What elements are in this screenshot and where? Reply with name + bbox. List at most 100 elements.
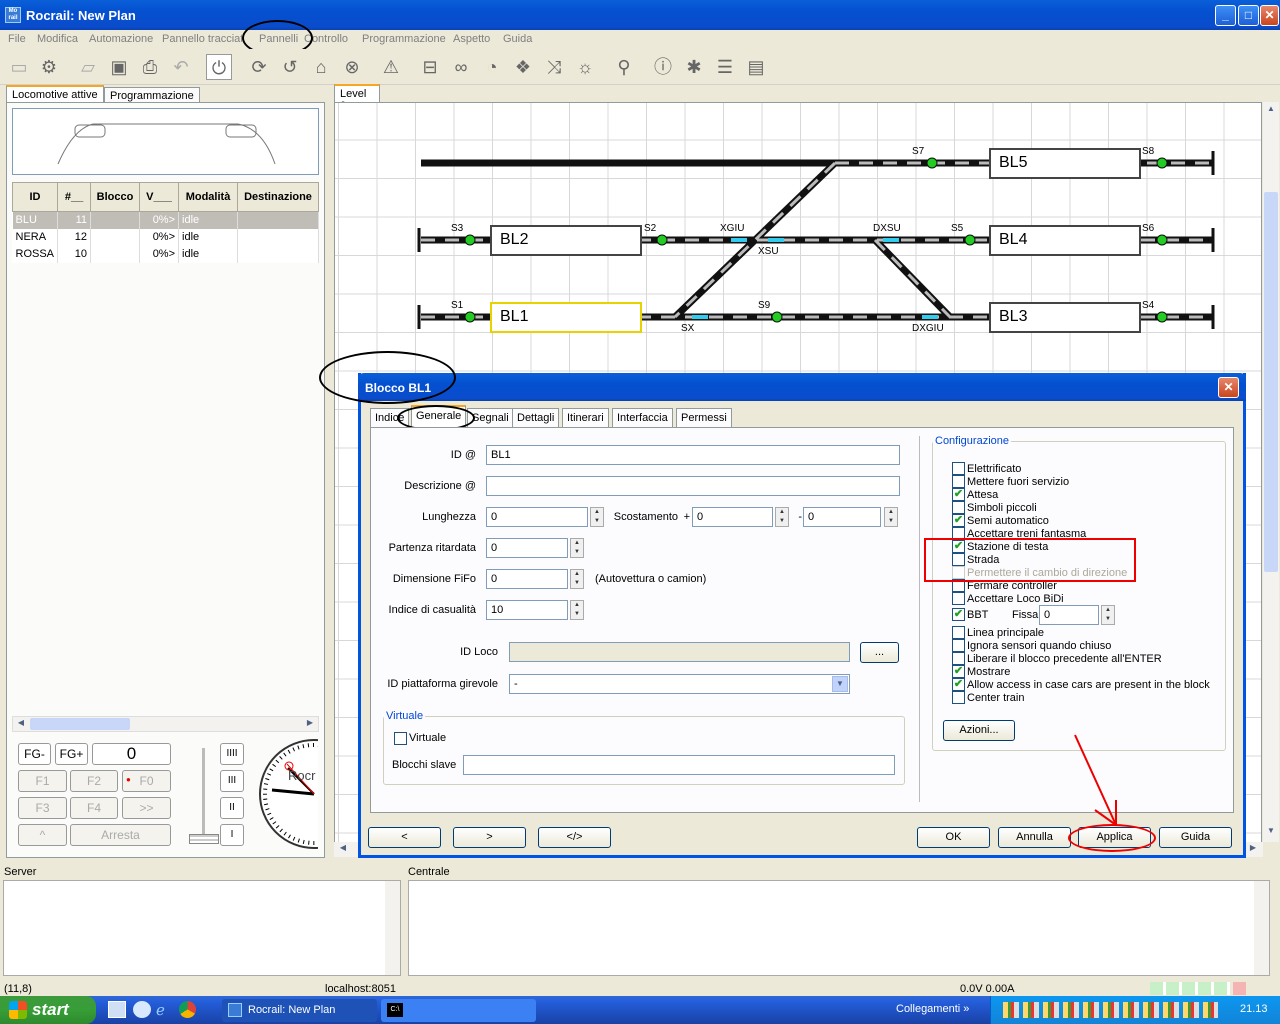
f3-button[interactable]: F3 [18, 797, 67, 819]
col-modalita[interactable]: Modalità [178, 182, 239, 212]
annulla-button[interactable]: Annulla [998, 827, 1071, 848]
sync-icon[interactable]: ⟳ [246, 54, 272, 80]
option-checkbox[interactable]: ✔ [952, 665, 965, 678]
cube-icon[interactable]: ❖ [510, 54, 536, 80]
monitor-icon[interactable]: ▭ [6, 54, 32, 80]
speedometer-icon[interactable]: ◔ [479, 54, 505, 80]
loco-table-hscroll[interactable]: ◀ ▶ [12, 716, 319, 732]
reset-icon[interactable]: ↺ [277, 54, 303, 80]
tab-permessi[interactable]: Permessi [676, 408, 732, 427]
f2-button[interactable]: F2 [70, 770, 118, 792]
option-checkbox[interactable]: ✔ [952, 488, 965, 501]
guida-button[interactable]: Guida [1159, 827, 1232, 848]
speed-step-4[interactable]: IIII [220, 743, 244, 765]
stop-button[interactable]: Arresta [70, 824, 171, 846]
scroll-thumb[interactable] [30, 718, 130, 730]
tab-itinerari[interactable]: Itinerari [562, 408, 609, 427]
azioni-button[interactable]: Azioni... [943, 720, 1015, 741]
sun-icon[interactable]: ☼ [572, 54, 598, 80]
scroll-left-icon[interactable]: ◀ [336, 843, 350, 856]
server-log-scroll[interactable] [385, 881, 400, 975]
speed-step-2[interactable]: II [220, 797, 244, 819]
quicklaunch-explorer-icon[interactable] [108, 1001, 126, 1018]
virtuale-checkbox[interactable] [394, 732, 407, 745]
maximize-button[interactable]: □ [1238, 5, 1259, 26]
option-checkbox[interactable] [952, 501, 965, 514]
option-checkbox[interactable]: ✔ [952, 678, 965, 691]
menu-pannello-tracciato[interactable]: Pannello tracciato [162, 33, 242, 45]
scroll-right-icon[interactable]: ▶ [1246, 843, 1260, 856]
close-button[interactable]: ✕ [1260, 5, 1279, 26]
tab-dettagli[interactable]: Dettagli [512, 408, 560, 427]
table-row[interactable]: NERA 12 0%> idle [12, 228, 319, 246]
ok-button[interactable]: OK [917, 827, 990, 848]
f1-button[interactable]: F1 [18, 770, 67, 792]
piattaforma-select[interactable]: - [509, 674, 850, 694]
xml-button[interactable]: </> [538, 827, 611, 848]
option-checkbox[interactable] [952, 592, 965, 605]
next-button[interactable]: > [453, 827, 526, 848]
id-field[interactable]: BL1 [486, 445, 900, 465]
warning-icon[interactable]: ⚠ [378, 54, 404, 80]
scroll-down-icon[interactable]: ▼ [1264, 826, 1278, 840]
shuffle-icon[interactable]: ⤨ [541, 54, 567, 80]
centrale-log[interactable] [408, 880, 1270, 976]
dialog-close-button[interactable]: ✕ [1218, 377, 1239, 398]
plan-vscroll-thumb[interactable] [1264, 192, 1278, 572]
train-icon[interactable]: ⊟ [417, 54, 443, 80]
centrale-log-scroll[interactable] [1254, 881, 1269, 975]
menu-aspetto[interactable]: Aspetto [453, 33, 490, 45]
option-checkbox[interactable] [952, 462, 965, 475]
scroll-right-icon[interactable]: ▶ [303, 718, 317, 730]
fifo-field[interactable]: 0 [486, 569, 568, 589]
scostamento-minus-field[interactable]: 0 [803, 507, 881, 527]
scostamento-minus-spinner[interactable]: ▲ ▼ [884, 507, 898, 527]
option-checkbox[interactable] [952, 475, 965, 488]
print-icon[interactable]: ⎙ [137, 54, 163, 80]
fg-plus-button[interactable]: FG+ [55, 743, 88, 765]
list-icon[interactable]: ☰ [712, 54, 738, 80]
block-bl1[interactable]: BL1 [490, 302, 642, 333]
quicklaunch-ie-icon[interactable]: ℯ [156, 1001, 174, 1019]
option-checkbox[interactable] [952, 626, 965, 639]
block-bl2[interactable]: BL2 [490, 225, 642, 256]
option-checkbox[interactable] [952, 639, 965, 652]
tab-locomotive-attive[interactable]: Locomotive attive [6, 85, 104, 102]
col-destinazione[interactable]: Destinazione [237, 182, 319, 212]
scostamento-plus-spinner[interactable]: ▲ ▼ [775, 507, 789, 527]
slider-thumb[interactable] [189, 834, 219, 844]
menu-programmazione[interactable]: Programmazione [362, 33, 446, 45]
open-icon[interactable]: ▱ [75, 54, 101, 80]
block-bl4[interactable]: BL4 [989, 225, 1141, 256]
scroll-left-icon[interactable]: ◀ [14, 718, 28, 730]
blocchi-slave-field[interactable] [463, 755, 895, 775]
scostamento-plus-field[interactable]: 0 [692, 507, 773, 527]
f0-button[interactable]: ● F0 [122, 770, 171, 792]
save-icon[interactable]: ▣ [106, 54, 132, 80]
menu-file[interactable]: File [8, 33, 26, 45]
table-row[interactable]: ROSSA 10 0%> idle [12, 245, 319, 263]
option-checkbox[interactable]: ✔ [952, 608, 965, 621]
fifo-spinner[interactable]: ▲ ▼ [570, 569, 584, 589]
f4-button[interactable]: F4 [70, 797, 118, 819]
col-num[interactable]: #__ [57, 182, 92, 212]
task-rocrail[interactable]: Rocrail: New Plan [222, 999, 377, 1022]
casualita-spinner[interactable]: ▲ ▼ [570, 600, 584, 620]
quicklaunch-media-icon[interactable] [133, 1001, 151, 1018]
partenza-ritardata-spinner[interactable]: ▲ ▼ [570, 538, 584, 558]
menu-modifica[interactable]: Modifica [37, 33, 78, 45]
block-bl3[interactable]: BL3 [989, 302, 1141, 333]
more-functions-button[interactable]: >> [122, 797, 171, 819]
direction-button[interactable]: ^ [18, 824, 67, 846]
settings-icon[interactable]: ⚙ [36, 54, 62, 80]
lunghezza-field[interactable]: 0 [486, 507, 588, 527]
option-checkbox[interactable] [952, 691, 965, 704]
menu-guida[interactable]: Guida [503, 33, 532, 45]
tray-icons[interactable] [1003, 1002, 1218, 1018]
server-log[interactable] [3, 880, 401, 976]
tab-level-0[interactable]: Level 0 [334, 84, 380, 112]
col-blocco[interactable]: Blocco [90, 182, 141, 212]
home-icon[interactable]: ⌂ [308, 54, 334, 80]
plan-vscroll[interactable]: ▲ ▼ [1263, 102, 1279, 842]
id-loco-browse-button[interactable]: ... [860, 642, 899, 663]
